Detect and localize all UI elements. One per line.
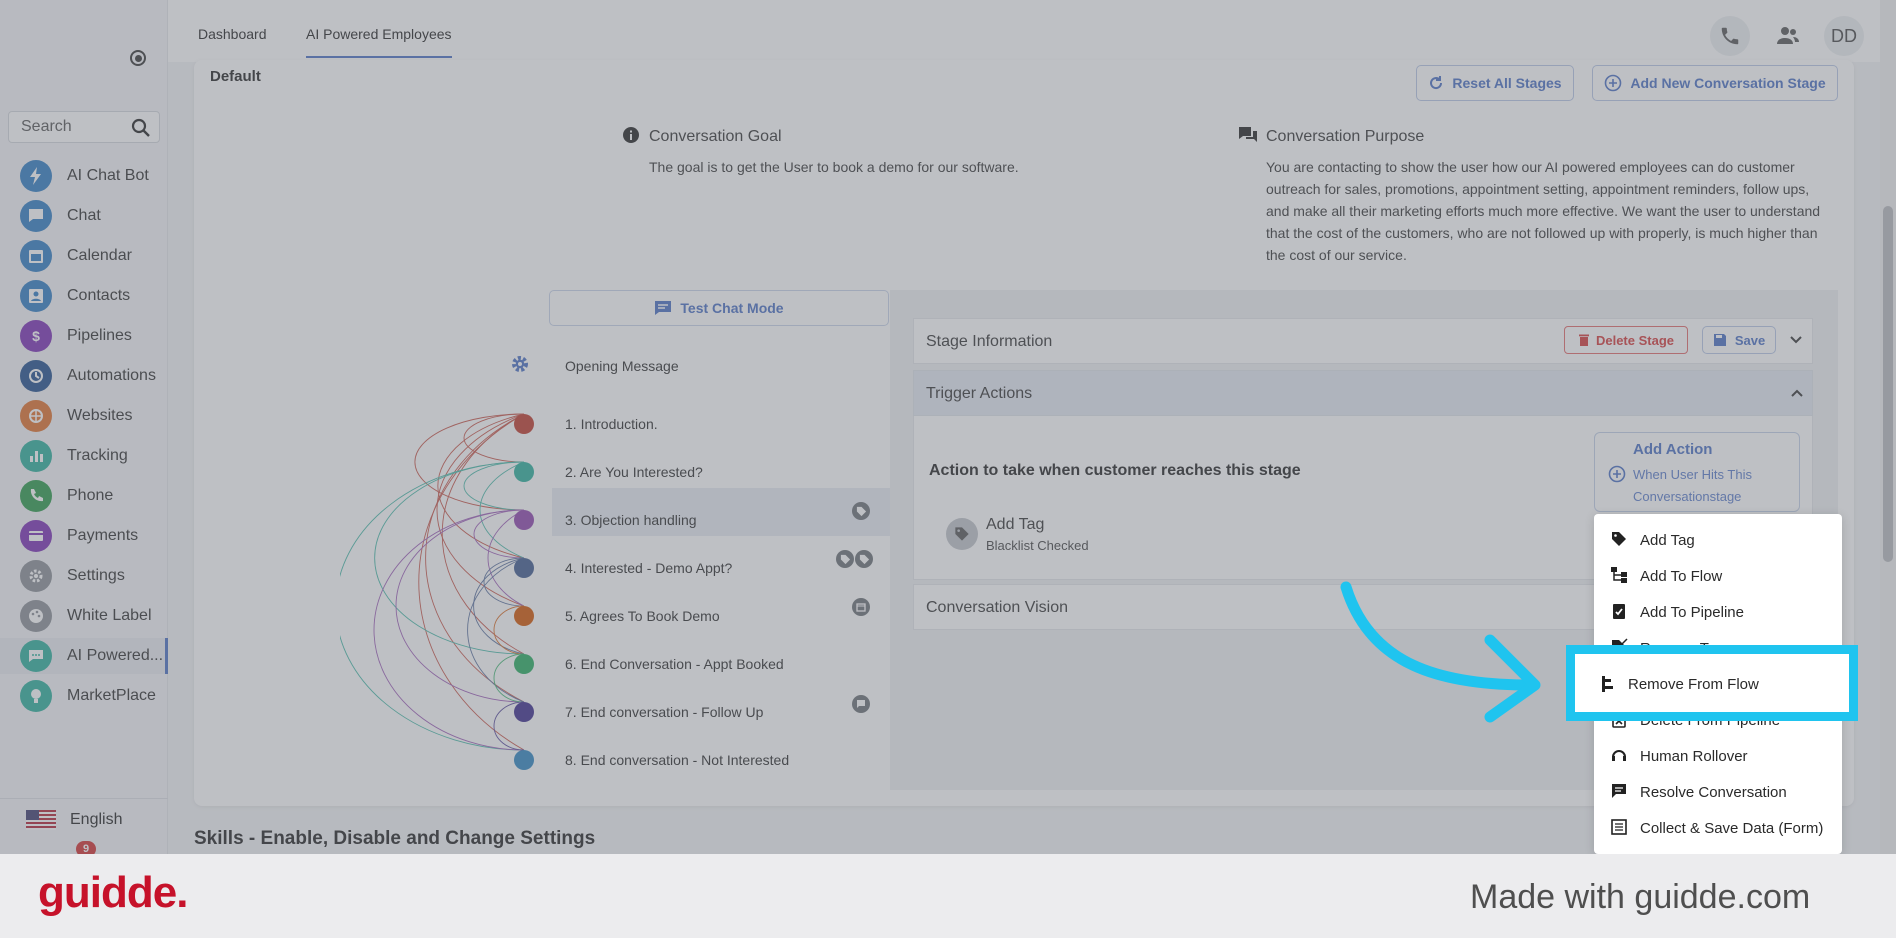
form-icon	[1610, 818, 1630, 838]
dropdown-item-highlighted[interactable]: Remove From Flow	[1574, 666, 1804, 702]
dropdown-item-collect-save-data-form[interactable]: Collect & Save Data (Form)	[1594, 810, 1842, 846]
clipboard-check-icon	[1610, 602, 1630, 622]
headset-icon	[1610, 746, 1630, 766]
pointer-arrow	[1340, 581, 1541, 723]
dropdown-item-add-to-flow[interactable]: Add To Flow	[1594, 558, 1842, 594]
dropdown-item-label: Add To Pipeline	[1640, 603, 1744, 621]
flow-icon	[1610, 566, 1630, 586]
dropdown-item-label: Human Rollover	[1640, 747, 1748, 765]
dropdown-item-label: Remove From Flow	[1628, 675, 1759, 693]
dropdown-item-human-rollover[interactable]: Human Rollover	[1594, 738, 1842, 774]
guidde-logo: guidde.	[38, 868, 188, 917]
dropdown-item-label: Collect & Save Data (Form)	[1640, 819, 1824, 837]
flow-remove-icon	[1600, 675, 1618, 693]
app: Search AI Chat Bot Chat Calendar Contacts $ P…	[0, 0, 1896, 938]
dropdown-item-add-tag[interactable]: Add Tag	[1594, 522, 1842, 558]
dropdown-item-label: Add To Flow	[1640, 567, 1723, 585]
dropdown-item-resolve-conversation[interactable]: Resolve Conversation	[1594, 774, 1842, 810]
made-with-text: Made with guidde.com	[1470, 878, 1811, 916]
dropdown-item-label: Resolve Conversation	[1640, 783, 1787, 801]
tag-icon	[1610, 530, 1630, 550]
highlight-box[interactable]: Remove From Flow	[1566, 645, 1858, 721]
footer: guidde. Made with guidde.com	[0, 854, 1896, 938]
message-icon	[1610, 782, 1630, 802]
dropdown-item-label: Add Tag	[1640, 531, 1695, 549]
dropdown-item-add-to-pipeline[interactable]: Add To Pipeline	[1594, 594, 1842, 630]
